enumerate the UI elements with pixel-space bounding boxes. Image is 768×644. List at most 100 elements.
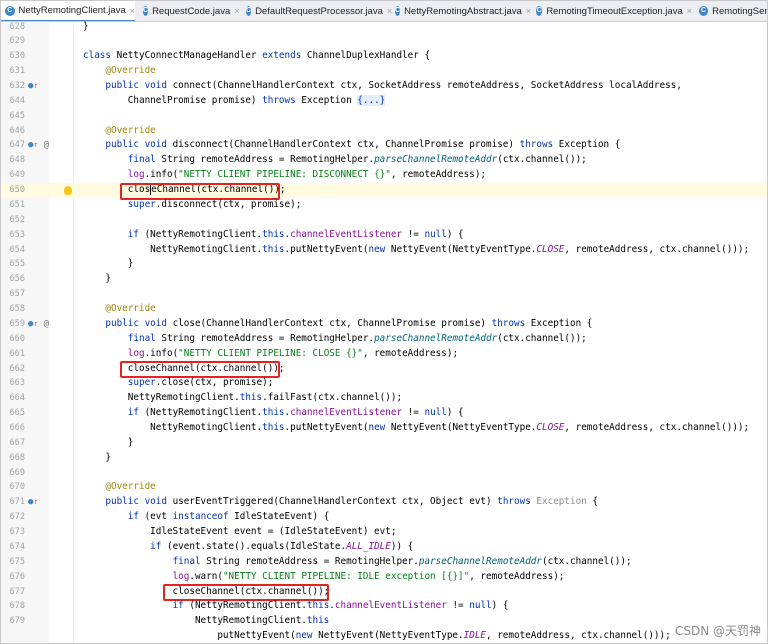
code-line[interactable]: putNettyEvent(new NettyEvent(NettyEventT… (1, 629, 767, 643)
close-icon[interactable]: × (234, 6, 239, 16)
code-line[interactable]: 645 (1, 109, 767, 124)
tab-label: NettyRemotingAbstract.java (404, 5, 522, 17)
line-number: 679 (9, 616, 25, 627)
override-marker-icon[interactable]: ●↑ @ (28, 317, 49, 332)
tab-label: RemotingTimeoutException.java (546, 5, 683, 17)
line-number: 647 (9, 140, 25, 151)
code-line[interactable]: 666 NettyRemotingClient.this.putNettyEve… (1, 421, 767, 436)
code-text: public void userEventTriggered(ChannelHa… (105, 496, 598, 508)
tab-label: DefaultRequestProcessor.java (255, 5, 383, 17)
code-line[interactable]: 661 log.info("NETTY CLIENT PIPELINE: CLO… (1, 347, 767, 362)
close-icon[interactable]: × (526, 6, 531, 16)
code-line[interactable]: 665 if (NettyRemotingClient.this.channel… (1, 406, 767, 421)
code-text: NettyRemotingClient.this.putNettyEvent(n… (83, 421, 750, 433)
line-number: 644 (9, 95, 25, 106)
class-icon: C (143, 6, 149, 16)
code-line[interactable]: 656 } (1, 272, 767, 287)
code-text: final String remoteAddress = RemotingHel… (127, 154, 587, 166)
code-text: if (event.state().equals(IdleState.ALL_I… (150, 540, 414, 552)
code-text: putNettyEvent(new NettyEvent(NettyEventT… (83, 630, 671, 642)
code-line[interactable]: 652 (1, 213, 767, 228)
code-text: } (83, 436, 134, 448)
code-line[interactable]: 648 final String remoteAddress = Remotin… (1, 153, 767, 168)
code-line[interactable]: 670 @Override (1, 480, 767, 495)
tab-label: NettyRemotingClient.java (18, 5, 126, 16)
line-number: 650 (9, 185, 25, 196)
code-line[interactable]: 677 closeChannel(ctx.channel()); (1, 585, 767, 600)
code-line[interactable]: 631 @Override (1, 64, 767, 79)
line-number: 654 (9, 244, 25, 255)
override-marker-icon[interactable]: ●↑ (28, 79, 38, 94)
line-number: 675 (9, 556, 25, 567)
tab-remoting-send[interactable]: CRemotingSend (695, 1, 767, 21)
line-number: 651 (9, 199, 25, 210)
code-line[interactable]: 664 NettyRemotingClient.this.failFast(ct… (1, 391, 767, 406)
code-line[interactable]: 628} (1, 20, 767, 35)
tab-label: RequestCode.java (152, 5, 231, 17)
code-line[interactable]: 632 ●↑ public void connect(ChannelHandler… (1, 79, 767, 94)
tab-default-request-processor[interactable]: C DefaultRequestProcessor.java × (242, 1, 392, 21)
lightbulb-icon[interactable] (64, 186, 72, 196)
code-text: } (83, 451, 111, 463)
code-line[interactable]: 668 } (1, 451, 767, 466)
code-text: if (NettyRemotingClient.this.channelEven… (172, 600, 509, 612)
override-marker-icon[interactable]: ●↑ (28, 495, 38, 510)
tab-netty-remoting-abstract[interactable]: C NettyRemotingAbstract.java × (391, 1, 531, 21)
override-marker-icon[interactable]: ●↑ @ (28, 138, 49, 153)
code-line[interactable]: 630 class NettyConnectManageHandler exten… (1, 49, 767, 64)
code-line[interactable]: 657 (1, 287, 767, 302)
code-line[interactable]: 662 closeChannel(ctx.channel()); (1, 362, 767, 377)
code-text: super.disconnect(ctx, promise); (127, 198, 302, 210)
code-line[interactable]: 647 ●↑ @ public void disconnect(ChannelHa… (1, 138, 767, 153)
code-line[interactable]: 644 ChannelPromise promise) throws Excep… (1, 94, 767, 109)
code-line[interactable]: 659 ●↑ @ public void close(ChannelHandler… (1, 317, 767, 332)
code-line[interactable]: 655 } (1, 257, 767, 272)
code-line[interactable]: 672 if (evt instanceof IdleStateEvent) { (1, 510, 767, 525)
code-text: @Override (105, 303, 156, 315)
line-number: 662 (9, 363, 25, 374)
line-number: 656 (9, 274, 25, 285)
code-text: public void close(ChannelHandlerContext … (105, 317, 593, 329)
code-text: IdleStateEvent event = (IdleStateEvent) … (83, 526, 397, 538)
code-text: ChannelPromise promise) throws Exception… (83, 94, 386, 106)
code-text: final String remoteAddress = RemotingHel… (172, 555, 632, 567)
code-line[interactable]: 646 @Override (1, 124, 767, 139)
line-number: 646 (9, 125, 25, 136)
code-text: if (NettyRemotingClient.this.channelEven… (127, 228, 464, 240)
code-line[interactable]: 675 final String remoteAddress = Remotin… (1, 555, 767, 570)
code-text: @Override (105, 124, 156, 136)
code-line[interactable]: 667 } (1, 436, 767, 451)
code-line[interactable]: 650 closeChannel(ctx.channel()); (1, 183, 767, 198)
code-line[interactable]: 658 @Override (1, 302, 767, 317)
code-line[interactable]: 674 if (event.state().equals(IdleState.A… (1, 540, 767, 555)
code-text: NettyRemotingClient.this.putNettyEvent(n… (83, 243, 750, 255)
code-text: NettyRemotingClient.this.failFast(ctx.ch… (83, 392, 403, 404)
class-icon: C (5, 5, 15, 16)
line-number: 672 (9, 512, 25, 523)
line-number: 661 (9, 348, 25, 359)
code-line[interactable]: 653 if (NettyRemotingClient.this.channel… (1, 228, 767, 243)
code-line[interactable]: 663 super.close(ctx, promise); (1, 376, 767, 391)
code-text: @Override (105, 481, 156, 493)
code-line[interactable]: 676 log.warn("NETTY CLIENT PIPELINE: IDL… (1, 570, 767, 585)
close-icon[interactable]: × (130, 6, 135, 16)
code-line[interactable]: 629 (1, 34, 767, 49)
code-line[interactable]: 671 ●↑ public void userEventTriggered(Cha… (1, 495, 767, 510)
close-icon[interactable]: × (687, 6, 692, 16)
tab-label: RemotingSend (712, 5, 767, 17)
tab-remoting-timeout-exception[interactable]: C RemotingTimeoutException.java × (532, 1, 692, 21)
code-line[interactable]: 673 IdleStateEvent event = (IdleStateEve… (1, 525, 767, 540)
line-number: 630 (9, 51, 25, 62)
line-number: 668 (9, 452, 25, 463)
code-line[interactable]: 649 log.info("NETTY CLIENT PIPELINE: DIS… (1, 168, 767, 183)
code-line[interactable]: 678 if (NettyRemotingClient.this.channel… (1, 599, 767, 614)
line-number: 653 (9, 229, 25, 240)
code-line[interactable]: 654 NettyRemotingClient.this.putNettyEve… (1, 243, 767, 258)
code-line[interactable]: 660 final String remoteAddress = Remotin… (1, 332, 767, 347)
code-line[interactable]: 651 super.disconnect(ctx, promise); (1, 198, 767, 213)
code-line[interactable]: 669 (1, 466, 767, 481)
code-line[interactable]: 679 NettyRemotingClient.this (1, 614, 767, 629)
tab-request-code[interactable]: C RequestCode.java × (139, 1, 240, 21)
line-number: 676 (9, 571, 25, 582)
code-text: log.info("NETTY CLIENT PIPELINE: CLOSE {… (127, 347, 459, 359)
